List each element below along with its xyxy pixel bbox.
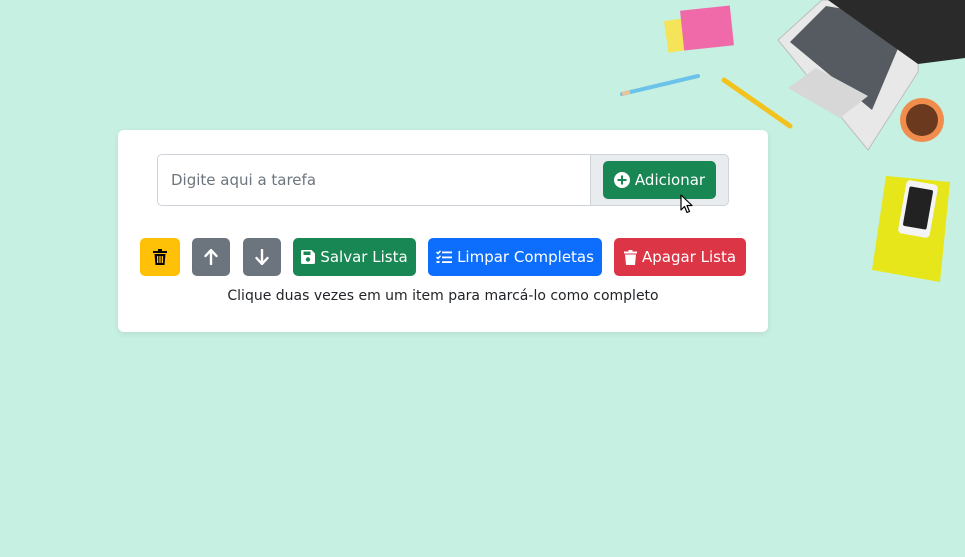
task-input-group: Adicionar: [157, 154, 729, 206]
move-down-button[interactable]: [243, 238, 281, 276]
add-task-button[interactable]: Adicionar: [603, 161, 716, 199]
save-list-label: Salvar Lista: [320, 248, 408, 266]
delete-list-button[interactable]: Apagar Lista: [614, 238, 746, 276]
plus-circle-icon: [613, 172, 630, 188]
pencil-image: [721, 77, 793, 129]
coffee-cup-image: [900, 98, 944, 142]
add-button-addon: Adicionar: [590, 154, 729, 206]
checklist-icon: [436, 250, 453, 264]
trash-icon: [153, 249, 167, 265]
delete-selected-button[interactable]: [140, 238, 180, 276]
delete-list-label: Apagar Lista: [641, 248, 737, 266]
arrow-up-icon: [204, 249, 218, 265]
usage-hint: Clique duas vezes em um item para marcá-…: [227, 288, 659, 304]
notebook-image: [872, 176, 950, 282]
todo-card: Adicionar: [118, 130, 768, 332]
add-task-label: Adicionar: [634, 171, 706, 189]
move-up-button[interactable]: [192, 238, 230, 276]
task-input[interactable]: [157, 154, 590, 206]
arrow-down-icon: [255, 249, 269, 265]
trash-icon: [623, 249, 637, 265]
floppy-disk-icon: [301, 250, 316, 264]
pencil-image: [620, 74, 700, 96]
clear-completed-button[interactable]: Limpar Completas: [428, 238, 602, 276]
sticky-notes-image: [663, 5, 734, 53]
mouse-cursor-icon: [680, 194, 693, 214]
save-list-button[interactable]: Salvar Lista: [293, 238, 416, 276]
clear-completed-label: Limpar Completas: [457, 248, 594, 266]
